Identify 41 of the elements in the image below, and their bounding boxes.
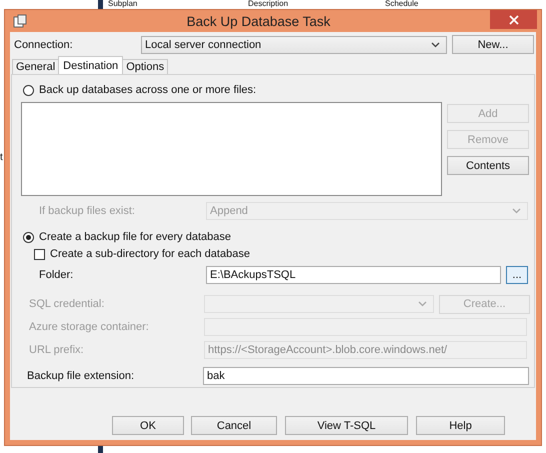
extension-field[interactable]: bak	[203, 367, 529, 385]
radio-label: Create a backup file for every database	[39, 231, 232, 243]
close-button[interactable]	[490, 10, 537, 29]
tab[interactable]: General	[12, 59, 60, 74]
new-button[interactable]: New...	[452, 35, 534, 54]
radio-button[interactable]	[23, 84, 34, 96]
field-label: Backup file extension:	[27, 370, 136, 382]
file-list[interactable]	[21, 102, 442, 196]
dialog-button[interactable]: Help	[416, 416, 505, 435]
window-title: Back Up Database Task	[186, 14, 332, 28]
field-label: URL prefix:	[29, 344, 85, 356]
radio-button[interactable]	[23, 232, 34, 242]
column-header: Description	[248, 0, 290, 9]
connection-label: Connection:	[14, 38, 74, 50]
column-header: Schedule	[385, 0, 420, 9]
tab[interactable]: Destination	[58, 56, 124, 74]
dialog-button[interactable]: Cancel	[191, 416, 277, 435]
column-header: Subplan	[108, 0, 138, 9]
chevron-icon	[418, 301, 427, 307]
folder-field[interactable]: E:\BAckupsTSQL	[206, 266, 501, 284]
background-text: t	[0, 152, 3, 163]
field-label: SQL credential:	[29, 298, 106, 310]
close-icon	[508, 14, 518, 24]
chevron-icon	[512, 208, 521, 214]
app-icon	[13, 14, 27, 28]
tab[interactable]: Options	[122, 59, 168, 74]
browse-button[interactable]: ...	[506, 266, 528, 284]
connection-dropdown[interactable]: Local server connection	[141, 36, 447, 54]
radio-option[interactable]: Back up databases across one or more files:	[23, 82, 534, 98]
list-button[interactable]: Contents	[447, 156, 529, 175]
checkbox-label: Create a sub-directory for each database	[50, 248, 250, 260]
dialog-button[interactable]: OK	[112, 416, 184, 435]
field-label: Azure storage container:	[29, 321, 150, 333]
radio-option[interactable]: Create a backup file for every database	[23, 229, 534, 245]
field-label: Folder:	[39, 269, 74, 281]
radio-label: Back up databases across one or more files:	[39, 84, 256, 96]
dialog-button[interactable]: View T-SQL	[285, 416, 408, 435]
field-label: If backup files exist:	[39, 205, 136, 217]
chevron-icon	[431, 42, 440, 48]
checkbox[interactable]	[34, 248, 45, 260]
checkbox-option[interactable]: Create a sub-directory for each database	[34, 246, 534, 262]
